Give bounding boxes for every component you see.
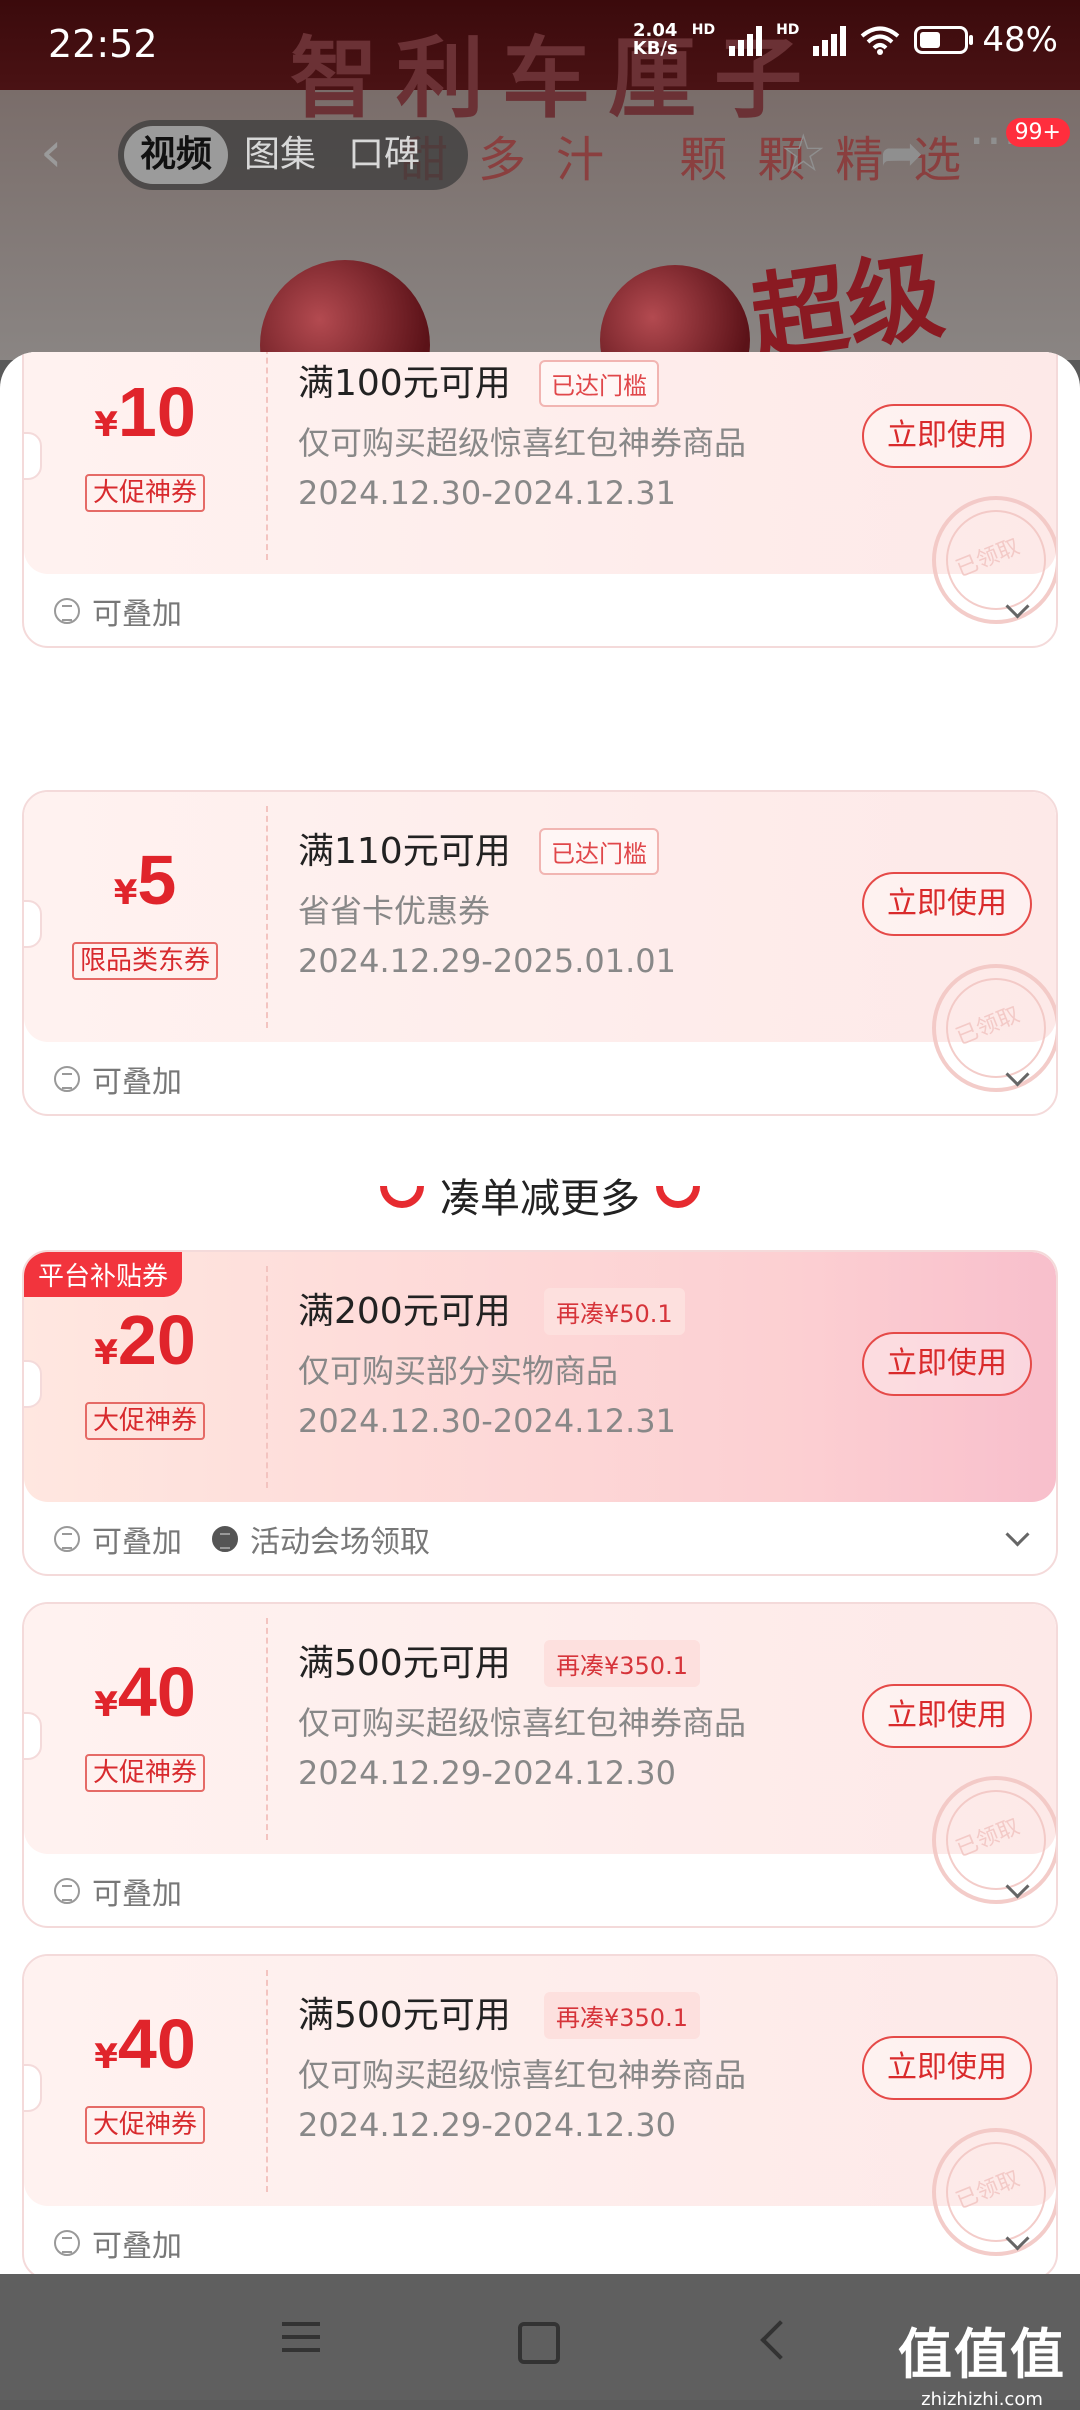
coupon-validity: 2024.12.29-2024.12.30 [298,1754,676,1792]
tab-reviews[interactable]: 口碑 [332,126,436,184]
threshold-status-badge: 再凑¥350.1 [544,1992,700,2039]
coupon-type-tag: 大促神券 [24,1752,266,1792]
use-now-button[interactable]: 立即使用 [862,2036,1032,2100]
coupon-validity: 2024.12.30-2024.12.31 [298,474,676,512]
network-speed: 2.04 KB/s [632,20,678,59]
tab-gallery[interactable]: 图集 [228,126,332,184]
coupon-sheet: 优惠 ¥10大促神券满100元可用已达门槛仅可购买超级惊喜红包神券商品2024.… [0,352,1080,2274]
hd-label: HD [691,22,716,38]
threshold-status-badge: 再凑¥350.1 [544,1640,700,1687]
coupon-type-tag: 大促神券 [24,2104,266,2144]
back-nav-icon[interactable] [760,2320,800,2360]
stack-icon [54,1878,80,1904]
smile-icon [380,1186,424,1208]
watermark: 值值值 zhizhizhi.com [898,2323,1066,2410]
use-now-button[interactable]: 立即使用 [862,1332,1032,1396]
top-nav: ‹ 视频 图集 口碑 ☆ ➦ ⋯ 99+ [0,100,1080,210]
coupon-amount: ¥40 [94,2005,196,2083]
coupon-condition: 满500元可用 [298,1643,511,1684]
battery-percent: 48% [982,20,1058,60]
coupon-divider [266,352,268,560]
coupon-type-tag: 限品类东券 [24,940,266,980]
coupon-card: ¥40 大促神券 满500元可用 再凑¥350.1 仅可购买超级惊喜红包神券商品 2024… [22,1954,1058,2274]
back-icon[interactable]: ‹ [40,120,62,185]
cherry-image [600,265,750,360]
stackable-note: 可叠加 [54,1057,182,1101]
share-icon[interactable]: ➦ [880,124,924,184]
coupon-validity: 2024.12.29-2025.01.01 [298,942,676,980]
media-tabs: 视频 图集 口碑 [118,120,468,190]
coupon-card: ¥40 大促神券 满500元可用 再凑¥350.1 仅可购买超级惊喜红包神券商品 2024… [22,1602,1058,1928]
coupon-divider [266,1266,268,1488]
coupon-footer[interactable]: 可叠加 [24,2206,1056,2274]
coupon-description: 省省卡优惠券 [298,892,491,930]
star-icon[interactable]: ☆ [780,124,827,184]
coupon-amount: ¥5 [113,841,177,919]
stack-icon [54,598,80,624]
coupon-condition: 满200元可用 [298,1291,511,1332]
wifi-icon [861,26,900,55]
message-badge: 99+ [1005,118,1070,147]
coupon-card: ¥5 限品类东券 满110元可用 已达门槛省省卡优惠券 2024.12.29-2025.… [22,790,1058,1116]
threshold-status-badge: 再凑¥50.1 [544,1288,685,1335]
stackable-note: 可叠加 [54,589,182,633]
venue-claim-note: 活动会场领取 [212,1517,430,1561]
coupon-footer[interactable]: 可叠加 活动会场领取 [24,1502,1056,1574]
menu-icon[interactable] [282,2322,320,2361]
cherry-image [260,260,430,360]
ticket-icon [212,1526,238,1552]
coupon-footer[interactable]: 可叠加 [24,574,1056,646]
coupon-description: 仅可购买超级惊喜红包神券商品 [298,424,747,462]
coupon-type-tag: 大促神券 [24,1400,266,1440]
use-now-button[interactable]: 立即使用 [862,1684,1032,1748]
platform-badge: 平台补贴券 [24,1252,183,1297]
coupon-divider [266,1618,268,1840]
chevron-down-icon[interactable] [1005,1062,1030,1087]
coupon-divider [266,806,268,1028]
coupon-divider [266,1970,268,2192]
coupon-description: 仅可购买超级惊喜红包神券商品 [298,1704,747,1742]
coupon-condition: 满100元可用 [298,363,511,404]
chevron-down-icon[interactable] [1005,2226,1030,2251]
threshold-status-badge: 已达门槛 [539,360,659,407]
home-icon[interactable] [518,2322,560,2364]
coupon-card: ¥10 大促神券 满100元可用 已达门槛仅可购买超级惊喜红包神券商品 2024.12.… [22,352,1058,648]
coupon-amount: ¥20 [94,1301,196,1379]
threshold-status-badge: 已达门槛 [539,828,659,875]
signal-icon [813,24,847,56]
coupon-condition: 满110元可用 [298,831,511,872]
stack-icon [54,1526,80,1552]
smile-icon [656,1186,700,1208]
status-bar: 22:52 2.04 KB/s HD HD 48% [0,0,1080,90]
use-now-button[interactable]: 立即使用 [862,404,1032,468]
coupon-footer[interactable]: 可叠加 [24,1854,1056,1926]
stackable-note: 可叠加 [54,1869,182,1913]
coupon-amount: ¥10 [94,373,196,451]
coupon-amount: ¥40 [94,1653,196,1731]
tab-video[interactable]: 视频 [124,126,229,184]
stackable-note: 可叠加 [54,1517,182,1561]
coupon-footer[interactable]: 可叠加 [24,1042,1056,1114]
stack-icon [54,1066,80,1092]
coupon-type-tag: 大促神券 [24,472,266,512]
coupon-description: 仅可购买部分实物商品 [298,1352,619,1390]
battery-icon [914,26,974,54]
coupon-condition: 满500元可用 [298,1995,511,2036]
coupon-description: 仅可购买超级惊喜红包神券商品 [298,2056,747,2094]
status-time: 22:52 [48,22,158,66]
signal-icon [729,24,763,56]
coupon-validity: 2024.12.29-2024.12.30 [298,2106,676,2144]
promo-graphic: 超级 [744,239,951,360]
coupon-card: 平台补贴券 ¥20 大促神券 满200元可用 再凑¥50.1 仅可购买部分实物商品 2024… [22,1250,1058,1576]
chevron-down-icon[interactable] [1005,1874,1030,1899]
hd-label: HD [776,22,800,38]
coupon-validity: 2024.12.30-2024.12.31 [298,1402,676,1440]
stackable-note: 可叠加 [54,2221,182,2265]
system-nav-bar: 值值值 zhizhizhi.com [0,2274,1080,2410]
chevron-down-icon[interactable] [1005,594,1030,619]
stack-icon [54,2230,80,2256]
use-now-button[interactable]: 立即使用 [862,872,1032,936]
chevron-down-icon[interactable] [1005,1522,1030,1547]
section-heading: 凑单减更多 [0,1166,1080,1224]
